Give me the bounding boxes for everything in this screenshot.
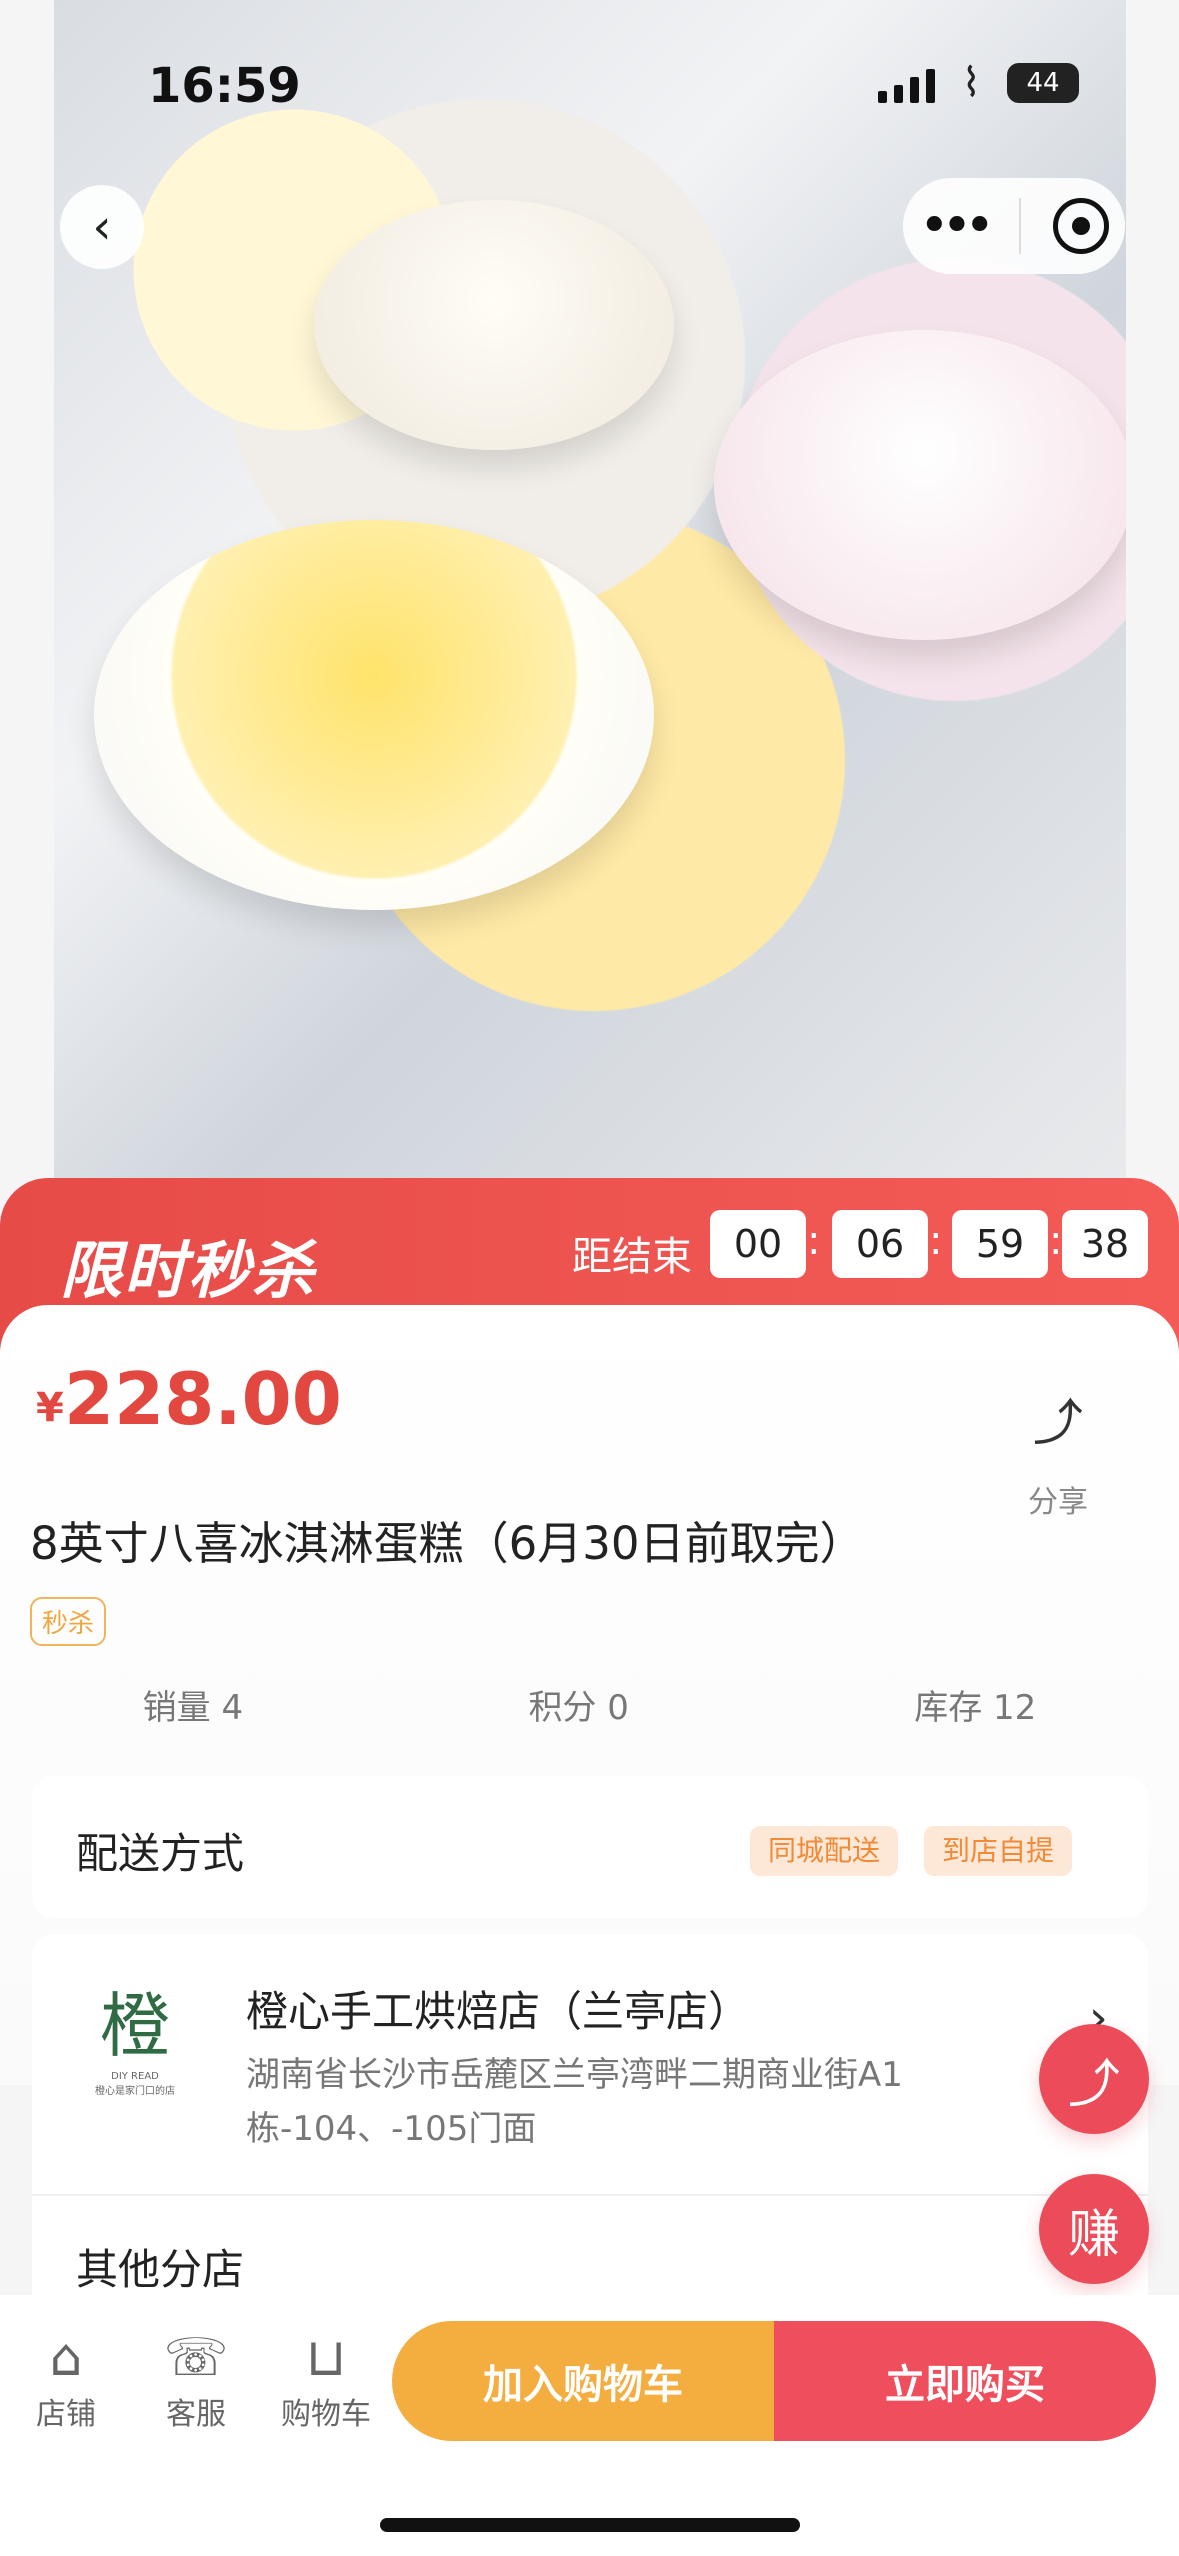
cake-image-1: [314, 200, 674, 450]
target-icon[interactable]: [1052, 198, 1109, 254]
delivery-option-pickup[interactable]: 到店自提: [923, 1826, 1072, 1876]
cake-image-3: [94, 520, 654, 910]
earn-label: 赚: [1067, 2204, 1120, 2265]
store-logo-caption: 橙心是家门口的店: [95, 2086, 175, 2097]
delivery-option-city[interactable]: 同城配送: [749, 1826, 898, 1876]
countdown-separator: :: [929, 1218, 943, 1264]
countdown-label: 距结束: [572, 1234, 692, 1280]
flash-sale-tag: 秒杀: [30, 1597, 107, 1646]
countdown-minutes: 06: [832, 1210, 928, 1278]
points-count: 积分 0: [528, 1688, 629, 1728]
product-title: 8英寸八喜冰淇淋蛋糕（6月30日前取完）: [30, 1517, 865, 1570]
cart-nav-label: 购物车: [281, 2397, 371, 2432]
countdown-hours: 00: [710, 1210, 806, 1278]
chevron-left-icon: ‹: [92, 199, 112, 255]
divider: [32, 2194, 1148, 2196]
stock-count: 库存 12: [914, 1688, 1037, 1728]
floating-share-button[interactable]: ⤴: [1039, 2024, 1149, 2134]
service-nav-label: 客服: [166, 2397, 226, 2432]
back-button[interactable]: ‹: [60, 185, 144, 269]
cake-image-2: [714, 330, 1126, 640]
currency-symbol: ¥: [36, 1385, 64, 1431]
wifi-icon: ⌇: [961, 60, 981, 106]
countdown-centiseconds: 38: [1062, 1210, 1148, 1278]
battery-icon: 44: [1007, 63, 1079, 103]
cart-icon: ⊔: [305, 2328, 347, 2388]
home-icon: ⌂: [49, 2328, 83, 2388]
flash-sale-title: 限时秒杀: [60, 1234, 317, 1307]
countdown-separator: :: [1049, 1218, 1063, 1264]
delivery-label: 配送方式: [76, 1829, 245, 1878]
store-name: 橙心手工烘焙店（兰亭店）: [246, 1987, 751, 2036]
cellular-icon: [878, 63, 936, 103]
earn-button[interactable]: 赚: [1039, 2174, 1149, 2284]
store-logo: 橙 DIY READ 橙心是家门口的店: [80, 1970, 190, 2110]
mini-program-capsule[interactable]: •••: [903, 178, 1125, 274]
store-nav-label: 店铺: [36, 2397, 96, 2432]
buy-now-button[interactable]: 立即购买: [774, 2321, 1156, 2441]
status-icons: ⌇ 44: [878, 60, 1079, 106]
more-horizontal-icon[interactable]: •••: [919, 196, 995, 256]
home-indicator: [380, 2518, 800, 2532]
product-price: 228.00: [64, 1357, 342, 1441]
store-card[interactable]: 橙 DIY READ 橙心是家门口的店 橙心手工烘焙店（兰亭店） 湖南省长沙市岳…: [32, 1934, 1148, 2324]
product-stats: 销量 4 积分 0 库存 12: [0, 1680, 1179, 1729]
countdown-seconds: 59: [952, 1210, 1048, 1278]
bottom-action-bar: ⌂ 店铺 ☏ 客服 ⊔ 购物车 加入购物车 立即购买: [0, 2295, 1179, 2556]
other-branches-label[interactable]: 其他分店: [76, 2236, 244, 2297]
service-nav-button[interactable]: ☏ 客服: [146, 2327, 246, 2433]
store-logo-mark: 橙: [100, 1985, 170, 2067]
cart-nav-button[interactable]: ⊔ 购物车: [276, 2327, 376, 2433]
share-button[interactable]: ⤴ 分享: [1003, 1383, 1113, 1521]
delivery-card[interactable]: 配送方式 同城配送 到店自提: [32, 1776, 1148, 1918]
customer-service-icon: ☏: [163, 2328, 229, 2388]
countdown-separator: :: [807, 1218, 821, 1264]
share-icon: ⤴: [1067, 2054, 1120, 2115]
share-icon: ⤴: [1033, 1394, 1083, 1452]
store-address: 湖南省长沙市岳麓区兰亭湾畔二期商业街A1栋-104、-105门面: [246, 2055, 903, 2149]
store-logo-diy: DIY READ: [111, 2071, 159, 2082]
share-label: 分享: [1028, 1485, 1088, 1520]
status-time: 16:59: [148, 58, 301, 114]
add-to-cart-button[interactable]: 加入购物车: [392, 2321, 774, 2441]
capsule-divider: [1018, 198, 1021, 254]
store-nav-button[interactable]: ⌂ 店铺: [16, 2327, 116, 2433]
sales-count: 销量 4: [142, 1688, 244, 1728]
